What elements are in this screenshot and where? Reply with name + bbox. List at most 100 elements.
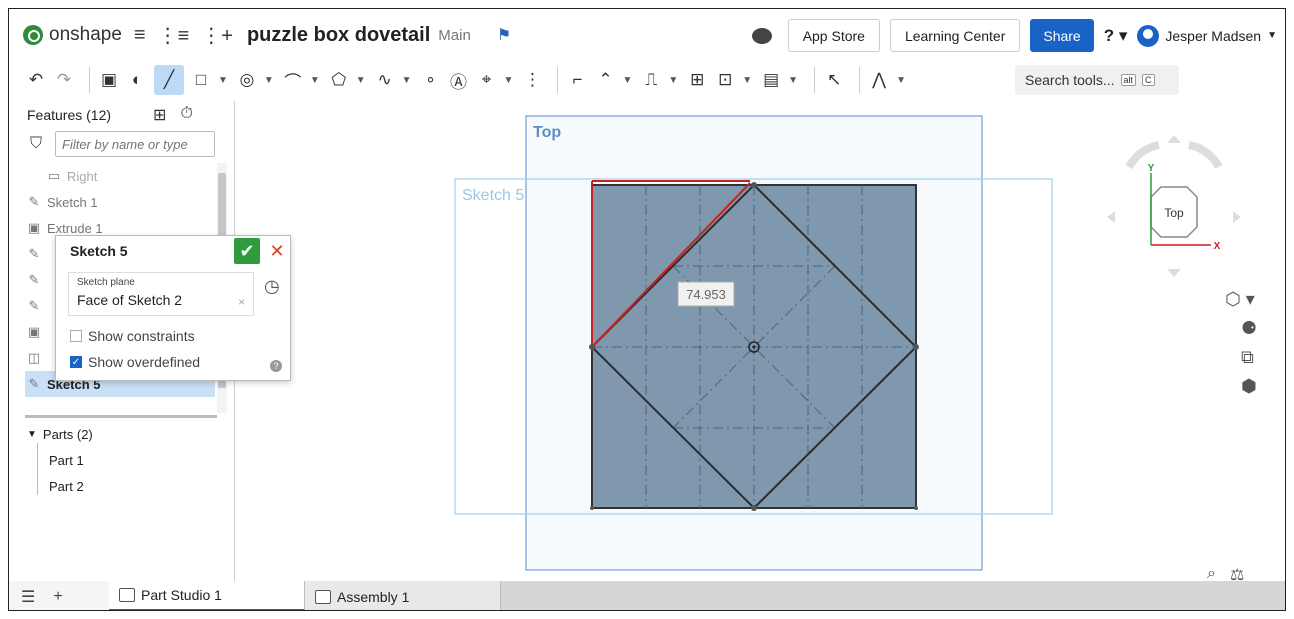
chevron-down-icon[interactable]: ▼	[788, 75, 798, 86]
tab-list-icon[interactable]: ☰	[21, 587, 35, 607]
comment-icon[interactable]	[751, 27, 772, 44]
document-header: onshape ≡ ⋮≡ ⋮+ puzzle box dovetail Main…	[9, 9, 1285, 61]
chevron-down-icon[interactable]: ▼	[218, 75, 228, 86]
use-icon[interactable]: ▣	[98, 65, 120, 95]
list-item[interactable]: ▭ Right	[25, 163, 225, 189]
chevron-down-icon[interactable]: ▼	[896, 75, 906, 86]
search-tools-label: Search tools...	[1025, 72, 1115, 88]
rollback-timer-icon[interactable]: ⏱	[180, 105, 192, 125]
filter-row: ⛉	[25, 129, 234, 159]
list-item[interactable]: ✎ Sketch 1	[25, 189, 225, 215]
line-tool-icon[interactable]: ╱	[154, 65, 184, 95]
tree-connector	[37, 443, 38, 495]
top-plane-label: Top	[533, 124, 561, 141]
filter-input[interactable]	[55, 131, 215, 157]
app-frame: onshape ≡ ⋮≡ ⋮+ puzzle box dovetail Main…	[8, 8, 1286, 611]
chevron-down-icon[interactable]: ▼	[668, 75, 678, 86]
tab-assembly-1[interactable]: Assembly 1	[305, 581, 501, 610]
dimension-value[interactable]: 74.953	[686, 287, 726, 302]
search-tools-input[interactable]: Search tools... alt C	[1015, 65, 1179, 95]
rectangle-tool-icon[interactable]: □	[190, 65, 212, 95]
chevron-down-icon[interactable]: ▼	[264, 75, 274, 86]
hamburger-menu-icon[interactable]: ≡	[134, 24, 146, 47]
checkbox-unchecked[interactable]	[70, 330, 82, 342]
chevron-down-icon[interactable]: ▼	[504, 75, 514, 86]
list-item[interactable]: Part 1	[25, 447, 225, 473]
sketch-plane-field[interactable]: Sketch plane Face of Sketch 2 ×	[68, 272, 254, 316]
redo-icon[interactable]: ↷	[53, 65, 75, 95]
parts-header[interactable]: ▼ Parts (2)	[25, 421, 225, 447]
sketch-plane-label: Sketch plane	[77, 277, 135, 288]
mirror-icon[interactable]: ⋮	[521, 65, 543, 95]
circle-tool-icon[interactable]: ◎	[236, 65, 258, 95]
avatar	[1137, 24, 1160, 47]
tab-label: Part Studio 1	[141, 587, 222, 603]
appearance-icon[interactable]: ⚈	[1241, 318, 1257, 339]
offset-icon[interactable]: ⎍	[640, 65, 662, 95]
graduation-cap-icon[interactable]: ⚑	[497, 25, 511, 45]
chevron-down-icon[interactable]: ▼	[622, 75, 632, 86]
sketch-icon: ✎	[28, 376, 40, 391]
panel-splitter[interactable]	[25, 415, 217, 418]
feature-label: Right	[67, 168, 98, 184]
section-view-icon[interactable]: ⧉	[1241, 347, 1257, 368]
render-mode-icon[interactable]: ⬢	[1241, 376, 1257, 397]
sketch-toolbar: ↶ ↷ ▣ ◐ ╱ □ ▼ ◎ ▼ ⌒ ▼ ⬠ ▼ ∿ ▼ ∘ Ⓐ ⌖ ▼ ⋮ ⌐ ⌃ ▼ ⎍…	[9, 61, 1285, 99]
user-name: Jesper Madsen	[1165, 27, 1262, 44]
chevron-down-icon[interactable]: ▼	[742, 75, 752, 86]
show-overdefined-checkbox[interactable]: ✓ Show overdefined	[70, 352, 200, 372]
document-title[interactable]: puzzle box dovetail	[247, 24, 430, 47]
sketch-icon: ✎	[28, 194, 40, 209]
view-cube-face[interactable]: Top	[1164, 206, 1184, 220]
dimension-icon[interactable]: ↖	[823, 65, 845, 95]
extrude-icon: ▣	[27, 220, 41, 235]
sketch-icon: ✎	[28, 298, 40, 313]
learning-center-button[interactable]: Learning Center	[889, 19, 1021, 52]
app-store-button[interactable]: App Store	[787, 19, 880, 52]
dxf-import-icon[interactable]: ▤	[760, 65, 782, 95]
filter-icon[interactable]: ⛉	[25, 135, 47, 153]
add-folder-icon[interactable]: ⊞	[153, 105, 166, 125]
intersection-icon[interactable]: ◐	[126, 65, 148, 95]
toolbar-divider	[814, 67, 816, 93]
tab-part-studio-1[interactable]: Part Studio 1	[109, 581, 305, 610]
view-orientation-icon[interactable]: ⬡ ▾	[1225, 289, 1257, 310]
onshape-logo[interactable]: onshape	[23, 24, 122, 46]
polygon-tool-icon[interactable]: ⬠	[328, 65, 350, 95]
tab-label: Assembly 1	[337, 588, 410, 605]
show-constraints-checkbox[interactable]: Show constraints	[70, 326, 195, 346]
chevron-down-icon: ▼	[27, 428, 37, 440]
spline-tool-icon[interactable]: ∿	[374, 65, 396, 95]
add-tab-icon[interactable]: +	[53, 588, 62, 606]
parts-list: ▼ Parts (2) Part 1 Part 2	[25, 421, 225, 499]
feature-list-icon[interactable]: ⋮≡	[158, 23, 190, 48]
fillet-icon[interactable]: ⌐	[566, 65, 588, 95]
user-menu[interactable]: Jesper Madsen ▼	[1137, 24, 1277, 47]
view-cube-svg[interactable]: Top Y X	[1099, 127, 1249, 287]
sketch-icon: ✎	[28, 272, 40, 287]
chevron-down-icon[interactable]: ▼	[310, 75, 320, 86]
branch-name[interactable]: Main	[438, 27, 471, 44]
toolbar-divider	[557, 67, 559, 93]
checkbox-checked[interactable]: ✓	[70, 356, 82, 368]
show-overdefined-label: Show overdefined	[88, 354, 201, 370]
view-cube[interactable]: Top Y X	[1099, 127, 1249, 292]
chevron-down-icon[interactable]: ▼	[402, 75, 412, 86]
point-tool-icon[interactable]: ∘	[420, 65, 442, 95]
text-tool-icon[interactable]: Ⓐ	[448, 65, 470, 95]
pattern-icon[interactable]: ⊞	[686, 65, 708, 95]
help-icon[interactable]: ? ▾	[1104, 26, 1128, 46]
tab-bar: ☰ + Part Studio 1 Assembly 1	[9, 581, 1285, 610]
trim-icon[interactable]: ⌃	[594, 65, 616, 95]
arc-tool-icon[interactable]: ⌒	[282, 65, 304, 95]
share-button[interactable]: Share	[1030, 19, 1094, 52]
list-item[interactable]: Part 2	[25, 473, 225, 499]
construction-icon[interactable]: ⌖	[476, 65, 498, 95]
undo-icon[interactable]: ↶	[25, 65, 47, 95]
grid-pattern-icon[interactable]: ⊡	[714, 65, 736, 95]
insert-icon[interactable]: ⋮+	[201, 23, 233, 48]
constraint-icon[interactable]: ⋀	[868, 65, 890, 95]
sketch-icon: ✎	[28, 246, 40, 261]
chevron-down-icon[interactable]: ▼	[356, 75, 366, 86]
view-tools: ⬡ ▾ ⚈ ⧉ ⬢	[1225, 289, 1257, 397]
